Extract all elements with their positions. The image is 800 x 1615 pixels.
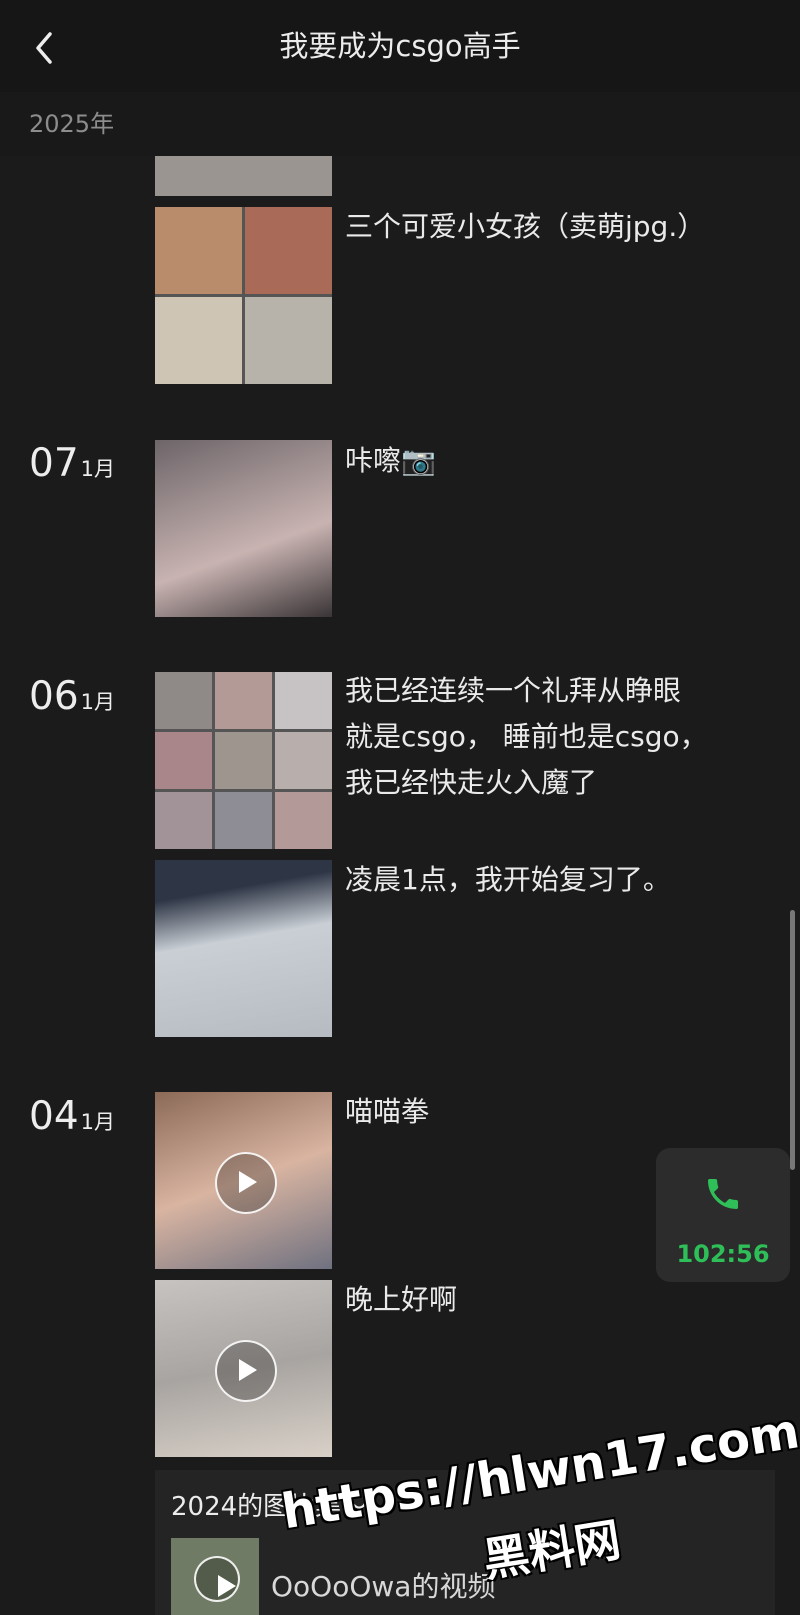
post-caption: 晚上好啊 (345, 1283, 458, 1316)
post-image[interactable] (155, 440, 332, 617)
caption-line: 我已经快走火入魔了 (345, 766, 598, 799)
play-icon (194, 1555, 240, 1602)
album-subtitle: OoOoOwa的视频 (271, 1570, 496, 1603)
post-image-grid[interactable] (155, 207, 332, 384)
caption-line: 就是csgo， 睡前也是csgo， (345, 720, 708, 753)
post-image[interactable] (155, 156, 332, 196)
post-video[interactable] (155, 1092, 332, 1269)
post-image[interactable] (155, 860, 332, 1037)
date-label: 041月 (29, 1094, 116, 1139)
post-video[interactable] (155, 1280, 332, 1457)
call-floating-window[interactable]: 102:56 (656, 1148, 790, 1282)
post-caption: 我已经连续一个礼拜从睁眼 就是csgo， 睡前也是csgo， 我已经快走火入魔了 (345, 668, 708, 806)
caption-line: 我已经连续一个礼拜从睁眼 (345, 674, 682, 707)
post-image-grid[interactable] (155, 672, 332, 849)
date-label: 061月 (29, 674, 116, 719)
post-caption: 三个可爱小女孩（卖萌jpg.） (345, 210, 706, 243)
album-thumbnail[interactable] (171, 1538, 259, 1615)
phone-icon (708, 1179, 738, 1209)
post-caption: 喵喵拳 (345, 1095, 430, 1128)
post-caption: 凌晨1点，我开始复习了。 (345, 863, 671, 896)
play-icon[interactable] (214, 1151, 277, 1214)
year-bar (0, 92, 800, 156)
post-caption: 咔嚓📷 (345, 444, 436, 477)
page-title: 我要成为csgo高手 (279, 29, 521, 63)
year-label: 2025年 (29, 110, 115, 138)
call-timer: 102:56 (676, 1240, 770, 1268)
play-icon[interactable] (214, 1339, 277, 1402)
date-label: 071月 (29, 441, 116, 486)
scrollbar[interactable] (790, 910, 795, 1170)
